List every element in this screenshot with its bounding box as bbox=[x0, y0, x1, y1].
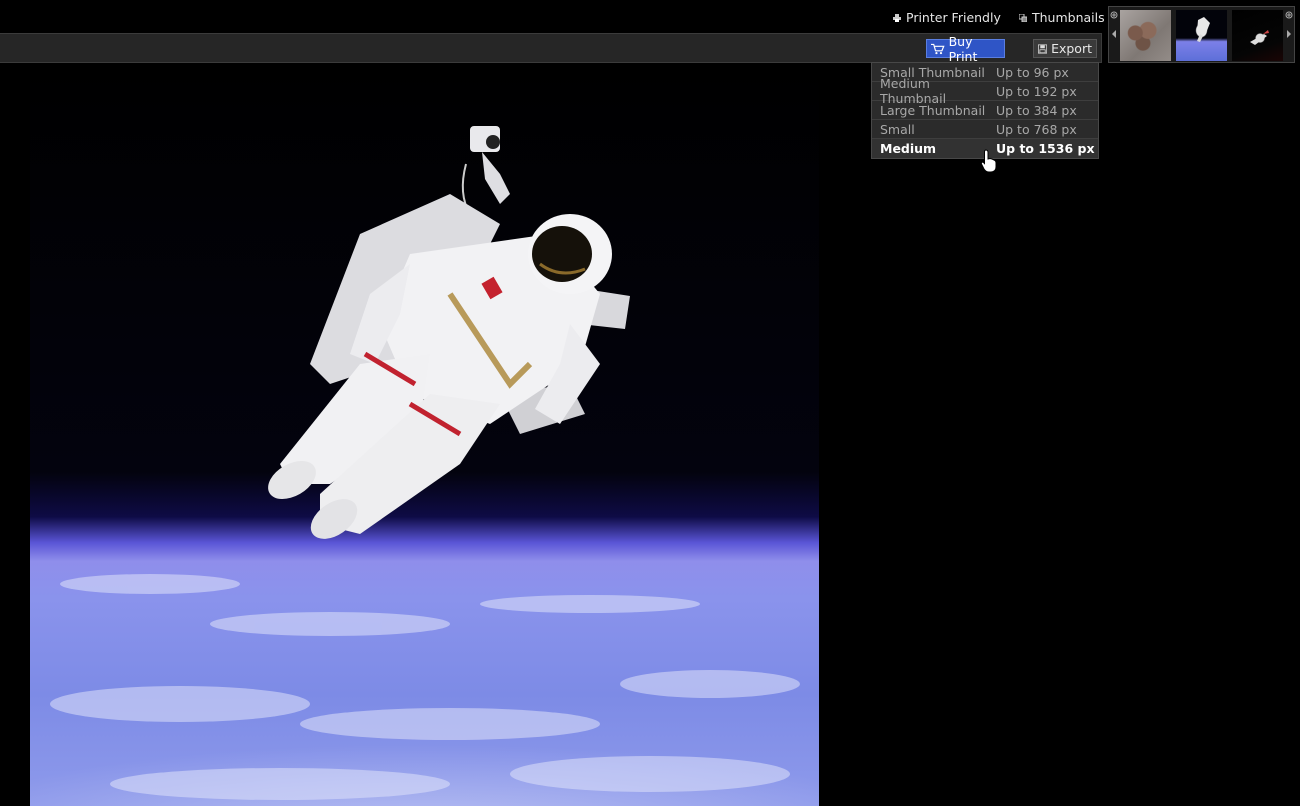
size-option-dimension: Up to 1536 px bbox=[996, 141, 1095, 156]
size-option-small[interactable]: Small Up to 768 px bbox=[872, 120, 1098, 139]
size-option-dimension: Up to 96 px bbox=[996, 64, 1069, 80]
prev-arrow-icon[interactable] bbox=[1110, 27, 1118, 41]
size-option-name: Medium bbox=[880, 141, 937, 156]
size-option-name: Small bbox=[880, 121, 915, 137]
shuttle-mini-icon bbox=[1250, 30, 1269, 45]
size-option-large-thumbnail[interactable]: Large Thumbnail Up to 384 px bbox=[872, 101, 1098, 120]
astronaut-mini-icon bbox=[1197, 17, 1210, 42]
buy-print-label: Buy Print bbox=[948, 33, 978, 64]
image-toolbar: Buy Print Export bbox=[0, 33, 1102, 64]
cart-icon bbox=[931, 43, 945, 54]
printer-icon bbox=[893, 13, 901, 22]
expand-left-icon[interactable] bbox=[1110, 11, 1118, 19]
astronaut-thumbnail[interactable] bbox=[1176, 10, 1227, 61]
hand-pointer-icon bbox=[981, 149, 997, 173]
next-arrow-icon[interactable] bbox=[1285, 27, 1293, 41]
size-option-dimension: Up to 768 px bbox=[996, 121, 1077, 137]
space-shuttle-thumbnail[interactable] bbox=[1232, 10, 1283, 61]
thumbnails-link[interactable]: Thumbnails bbox=[1019, 10, 1105, 25]
expand-right-icon[interactable] bbox=[1285, 11, 1293, 19]
printer-friendly-link[interactable]: Printer Friendly bbox=[893, 10, 1001, 25]
export-button[interactable]: Export bbox=[1033, 39, 1097, 58]
size-option-name: Large Thumbnail bbox=[880, 102, 986, 118]
printer-friendly-label: Printer Friendly bbox=[906, 10, 1001, 25]
thumbnail-filmstrip bbox=[1108, 6, 1295, 63]
size-option-medium-thumbnail[interactable]: Medium Thumbnail Up to 192 px bbox=[872, 76, 1098, 106]
astronaut-illustration bbox=[50, 126, 800, 800]
download-size-menu: Small Thumbnail Up to 96 px Medium Thumb… bbox=[871, 62, 1099, 159]
size-option-dimension: Up to 384 px bbox=[996, 102, 1077, 118]
size-option-dimension: Up to 192 px bbox=[996, 83, 1077, 99]
thumbnails-icon bbox=[1019, 13, 1027, 22]
size-option-name: Medium Thumbnail bbox=[880, 76, 947, 106]
floppy-icon bbox=[1038, 43, 1048, 54]
buy-print-button[interactable]: Buy Print bbox=[926, 34, 1005, 64]
main-photo[interactable] bbox=[30, 64, 819, 806]
thumbnails-label: Thumbnails bbox=[1032, 10, 1105, 25]
export-label: Export bbox=[1051, 41, 1092, 56]
moon-surface-thumbnail[interactable] bbox=[1120, 10, 1171, 61]
